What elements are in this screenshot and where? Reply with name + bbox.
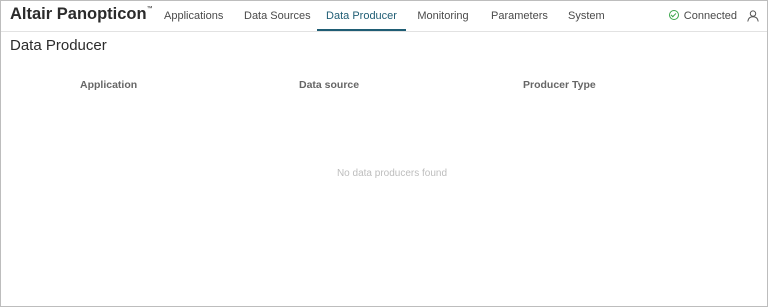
nav-tab-monitoring[interactable]: Monitoring bbox=[417, 1, 469, 31]
app-window: Altair Panopticon™ Applications Data Sou… bbox=[0, 0, 768, 307]
logo-trademark: ™ bbox=[146, 6, 153, 12]
app-logo: Altair Panopticon™ bbox=[10, 5, 153, 24]
column-header-producer-type[interactable]: Producer Type bbox=[523, 79, 596, 91]
nav-tab-data-producer[interactable]: Data Producer bbox=[317, 1, 406, 31]
nav-tab-data-sources[interactable]: Data Sources bbox=[244, 1, 311, 31]
column-header-data-source[interactable]: Data source bbox=[299, 79, 359, 91]
nav-tab-system[interactable]: System bbox=[568, 1, 605, 31]
empty-state-message: No data producers found bbox=[336, 168, 448, 179]
user-icon[interactable] bbox=[747, 10, 759, 22]
top-navigation-bar: Altair Panopticon™ Applications Data Sou… bbox=[1, 1, 767, 32]
check-circle-icon bbox=[668, 10, 679, 20]
connection-status-label: Connected bbox=[683, 10, 737, 22]
column-header-application[interactable]: Application bbox=[80, 79, 137, 91]
page-title: Data Producer bbox=[10, 37, 107, 54]
connection-status: Connected bbox=[668, 1, 737, 31]
nav-tab-parameters[interactable]: Parameters bbox=[491, 1, 548, 31]
nav-tab-applications[interactable]: Applications bbox=[164, 1, 223, 31]
logo-text: Altair Panopticon bbox=[10, 5, 147, 23]
